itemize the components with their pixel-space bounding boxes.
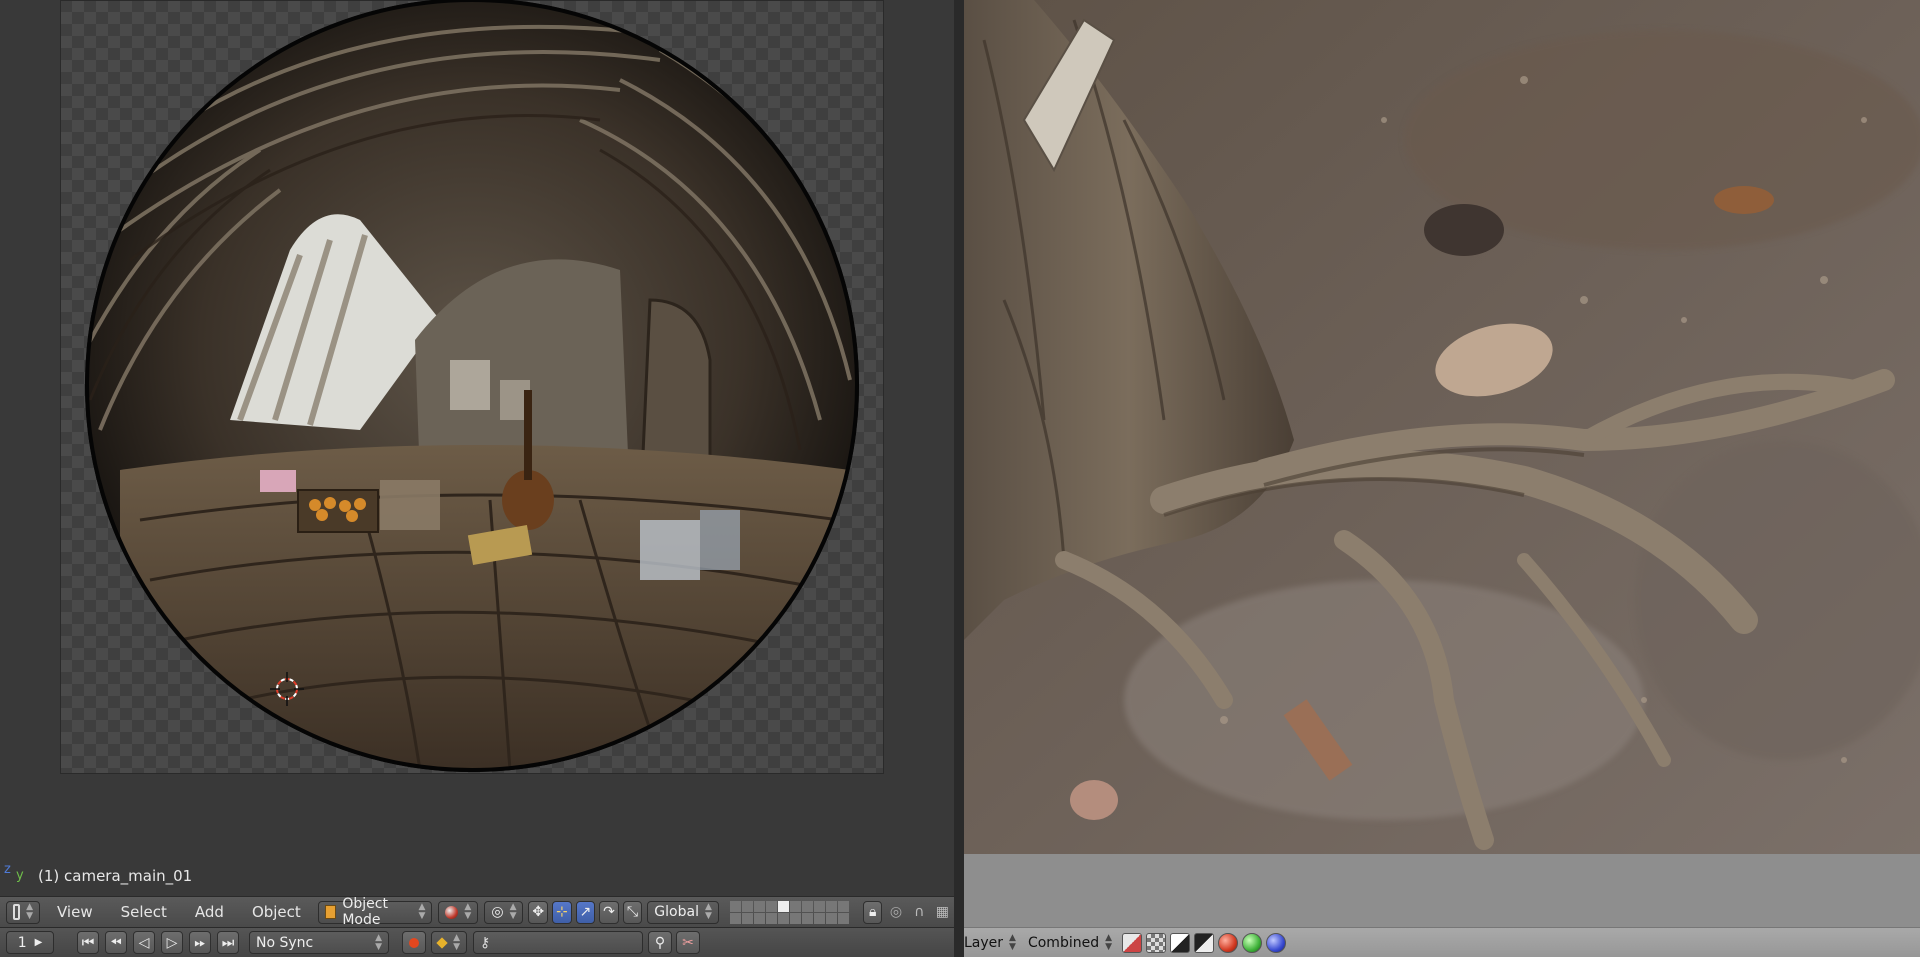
play-button[interactable]: ▷ bbox=[161, 931, 183, 954]
cube-editor-icon bbox=[13, 904, 21, 920]
insert-keyframe-button[interactable]: ⚲ bbox=[648, 931, 672, 954]
menu-view[interactable]: View bbox=[43, 903, 107, 921]
frame-right-arrow-icon: ▶ bbox=[34, 937, 43, 948]
rewind-icon: ⏪︎ bbox=[110, 934, 122, 951]
fast-forward-icon: ⏩︎ bbox=[194, 934, 206, 951]
manipulator-toggle[interactable]: ✥ bbox=[528, 900, 549, 924]
delete-keyframe-button[interactable]: ✂ bbox=[676, 931, 700, 954]
layer-selector[interactable]: Layer bbox=[964, 935, 1003, 951]
manipulator-icon: ✥ bbox=[532, 904, 545, 920]
jump-keyframe-back-button[interactable]: ⏪︎ bbox=[105, 931, 127, 954]
active-keying-set-field[interactable]: ⚷ bbox=[473, 931, 643, 954]
magnet-icon: ∩ bbox=[914, 904, 925, 920]
red-channel-button[interactable] bbox=[1218, 932, 1239, 953]
snap-element-button[interactable]: ▦ bbox=[933, 901, 952, 924]
jump-end-icon: ⏭︎ bbox=[221, 934, 235, 951]
sync-dropdown[interactable]: No Sync ▲ ▼ bbox=[249, 931, 389, 954]
move-arrow-icon: ↗ bbox=[579, 904, 592, 920]
image-editor-header: Layer ▲ ▼ Combined ▲ ▼ bbox=[964, 927, 1920, 957]
pivot-icon: ◎ bbox=[491, 904, 504, 920]
object-mode-icon bbox=[324, 905, 337, 919]
menu-select[interactable]: Select bbox=[107, 903, 181, 921]
rotate-icon: ↷ bbox=[603, 904, 615, 920]
jump-end-button[interactable]: ⏭︎ bbox=[217, 931, 239, 954]
green-channel-button[interactable] bbox=[1242, 932, 1263, 953]
draw-color-alpha-button[interactable] bbox=[1122, 932, 1143, 953]
mode-dropdown[interactable]: Object Mode ▲ ▼ bbox=[317, 896, 433, 928]
axis-z-label: z bbox=[4, 862, 11, 877]
proportional-circle-icon: ◎ bbox=[889, 904, 903, 920]
playback-controls: ⏮︎ ⏪︎ ◁ ▷ ⏩︎ ⏭︎ bbox=[75, 931, 241, 954]
3d-cursor-icon[interactable] bbox=[268, 670, 306, 708]
3d-viewport-area: z y (1) camera_main_01 ▲ ▼ View Select Ad… bbox=[0, 0, 954, 957]
lock-camera-button[interactable]: 🔒︎ bbox=[862, 900, 883, 924]
layer-buttons[interactable] bbox=[729, 900, 849, 924]
scale-button[interactable]: ⤡ bbox=[622, 900, 643, 924]
mode-label: Object Mode bbox=[342, 896, 388, 928]
translate-axes-icon: ⊹ bbox=[555, 904, 568, 920]
axis-y-label: y bbox=[16, 868, 24, 883]
area-divider[interactable] bbox=[954, 0, 964, 957]
record-button[interactable] bbox=[402, 931, 426, 954]
orientation-label: Global bbox=[654, 904, 699, 920]
3d-viewport[interactable]: z y (1) camera_main_01 bbox=[0, 0, 954, 893]
lock-icon: 🔒︎ bbox=[868, 904, 877, 920]
record-icon bbox=[409, 937, 419, 948]
keyframe-icon bbox=[436, 936, 448, 949]
snap-button[interactable]: ∩ bbox=[910, 901, 929, 924]
fisheye-render-image bbox=[85, 0, 859, 772]
sync-label: No Sync bbox=[256, 934, 314, 951]
jump-start-button[interactable]: ⏮︎ bbox=[77, 931, 99, 954]
proportional-edit-button[interactable]: ◎ bbox=[886, 901, 905, 924]
keying-set-dropdown[interactable]: ▲ ▼ bbox=[431, 931, 467, 954]
play-icon: ▷ bbox=[166, 934, 178, 951]
draw-color-button[interactable] bbox=[1146, 932, 1167, 953]
render-result-image bbox=[964, 0, 1920, 854]
menu-object[interactable]: Object bbox=[238, 903, 315, 921]
pass-selector[interactable]: Combined bbox=[1028, 935, 1099, 951]
pass-arrows-icon[interactable]: ▲ ▼ bbox=[1105, 933, 1112, 952]
frame-value: 1 bbox=[17, 934, 27, 951]
snap-element-icon: ▦ bbox=[935, 904, 949, 920]
jump-keyframe-forward-button[interactable]: ⏩︎ bbox=[189, 931, 211, 954]
image-editor-area: Layer ▲ ▼ Combined ▲ ▼ bbox=[964, 0, 1920, 957]
play-reverse-icon: ◁ bbox=[138, 934, 150, 951]
shading-dropdown[interactable]: ▲ ▼ bbox=[438, 900, 479, 924]
active-object-label: (1) camera_main_01 bbox=[38, 867, 193, 885]
orientation-dropdown[interactable]: Global ▲ ▼ bbox=[647, 900, 719, 924]
jump-start-icon: ⏮︎ bbox=[81, 934, 95, 951]
blue-channel-button[interactable] bbox=[1266, 932, 1287, 953]
draw-alpha-button[interactable] bbox=[1170, 932, 1191, 953]
translate-manipulator-button[interactable]: ⊹ bbox=[552, 900, 572, 924]
layer-arrows-icon[interactable]: ▲ ▼ bbox=[1009, 933, 1016, 952]
frame-field[interactable]: 1 ▶ bbox=[6, 931, 54, 954]
play-reverse-button[interactable]: ◁ bbox=[133, 931, 155, 954]
rotate-button[interactable]: ↷ bbox=[599, 900, 619, 924]
scale-icon: ⤡ bbox=[626, 904, 639, 920]
keying-set-key-icon: ⚷ bbox=[480, 934, 491, 951]
viewport-header: ▲ ▼ View Select Add Object Object Mode ▲ ▼… bbox=[0, 896, 954, 928]
shading-sphere-icon bbox=[445, 905, 459, 919]
key-insert-icon: ⚲ bbox=[654, 934, 666, 951]
menu-add[interactable]: Add bbox=[181, 903, 238, 921]
key-delete-icon: ✂ bbox=[682, 934, 694, 951]
draw-zbuffer-button[interactable] bbox=[1194, 932, 1215, 953]
editor-type-button[interactable]: ▲ ▼ bbox=[6, 900, 40, 924]
timeline-header: 1 ▶ ⏮︎ ⏪︎ ◁ ▷ ⏩︎ ⏭︎ No Sync ▲▼ ▲▼ ⚷ ⚲ bbox=[0, 927, 954, 957]
pivot-dropdown[interactable]: ◎ ▲ ▼ bbox=[484, 900, 524, 924]
move-button[interactable]: ↗ bbox=[575, 900, 596, 924]
